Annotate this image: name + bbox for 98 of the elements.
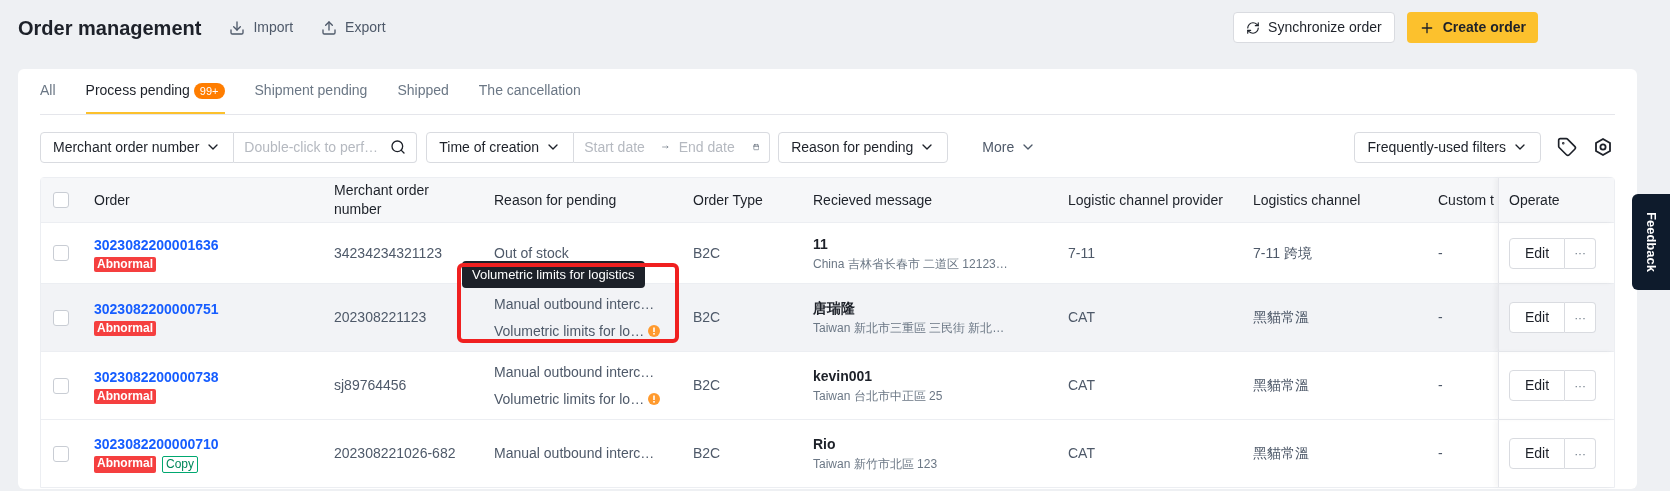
feedback-tab[interactable]: Feedback — [1632, 194, 1670, 290]
download-icon — [229, 19, 246, 36]
recipient-name: 11 — [813, 234, 829, 254]
tab[interactable]: All — [40, 69, 56, 114]
upload-icon — [321, 19, 338, 36]
tab[interactable]: Shipped — [397, 69, 449, 114]
recipient-address: 新北市三重區 三民街 新北… — [853, 321, 1005, 335]
reason-text: Manual outbound interc… — [494, 362, 655, 382]
column-header: Recieved message — [812, 190, 934, 210]
tab[interactable]: The cancellation — [478, 69, 581, 114]
recipient-name: kevin001 — [813, 367, 874, 386]
table-cell-text: - — [1437, 444, 1444, 463]
reason-text: Manual outbound interc… — [494, 294, 655, 314]
tab[interactable]: Shipment pending — [254, 69, 368, 114]
table-cell-text: B2C — [692, 376, 722, 395]
column-header: Order — [93, 190, 131, 210]
column-header: Logistic channel provider — [1067, 190, 1224, 210]
more-filters-button[interactable]: More — [982, 136, 1037, 158]
recipient-country: China — [813, 256, 845, 271]
order-link[interactable]: 3023082200001636 — [94, 234, 324, 256]
order-link[interactable]: 3023082200000710 — [94, 434, 324, 455]
column-header: Custom t — [1437, 190, 1495, 210]
reason-select[interactable]: Reason for pending — [778, 131, 949, 163]
table-cell-text: B2C — [692, 444, 722, 463]
checkbox[interactable] — [53, 377, 69, 394]
table-cell-text: - — [1437, 308, 1444, 327]
edit-button[interactable]: Edit — [1509, 302, 1566, 333]
more-actions-button[interactable]: ··· — [1565, 438, 1597, 469]
synchronize-order-button[interactable]: Synchronize order — [1233, 12, 1395, 43]
table-cell-text: CAT — [1067, 376, 1096, 395]
more-actions-button[interactable]: ··· — [1565, 370, 1597, 401]
recipient-country: Taiwan — [813, 321, 851, 335]
edit-button[interactable]: Edit — [1509, 370, 1566, 401]
table-cell-text: B2C — [692, 308, 722, 327]
time-type-select[interactable]: Time of creation — [426, 131, 575, 163]
warning-icon[interactable] — [648, 393, 661, 405]
copy-tag: Copy — [162, 456, 199, 473]
reason-text: Volumetric limits for lo… — [494, 389, 645, 409]
table-cell-text: sj89764456 — [333, 376, 408, 395]
table-cell-text: CAT — [1067, 308, 1096, 327]
create-order-button[interactable]: Create order — [1406, 12, 1538, 43]
edit-button[interactable]: Edit — [1509, 438, 1566, 469]
table-cell-text: 202308221026-682 — [333, 444, 457, 463]
tag-icon[interactable] — [1557, 137, 1577, 157]
tab[interactable]: Process pending 99+ — [85, 69, 225, 114]
recipient-name: Rio — [813, 435, 837, 454]
checkbox[interactable] — [53, 309, 69, 326]
import-button[interactable]: Import — [229, 17, 294, 38]
end-date-input[interactable]: End date — [678, 136, 743, 158]
status-tag: Abnormal — [94, 256, 156, 272]
recipient-address: 吉林省长春市 二道区 12123… — [847, 256, 1008, 271]
order-link[interactable]: 3023082200000738 — [94, 367, 324, 388]
recipient-name: 唐瑞隆 — [813, 299, 856, 318]
edit-button[interactable]: Edit — [1509, 237, 1566, 269]
more-actions-button[interactable]: ··· — [1565, 237, 1597, 269]
column-header: Logistics channel — [1252, 190, 1362, 210]
reason-text: Manual outbound interc… — [494, 444, 655, 463]
search-icon — [390, 139, 407, 155]
order-link[interactable]: 3023082200000751 — [94, 299, 324, 320]
warning-icon[interactable] — [648, 325, 661, 337]
count-badge: 99+ — [193, 82, 225, 99]
checkbox[interactable] — [53, 245, 69, 261]
date-range-field[interactable]: Start date End date — [574, 131, 771, 163]
settings-icon[interactable] — [1593, 137, 1613, 157]
search-input[interactable]: Double-click to perf… — [244, 136, 390, 158]
table-cell-text: CAT — [1067, 444, 1096, 463]
table-cell-text: - — [1437, 376, 1444, 395]
table-cell-text: B2C — [692, 243, 722, 263]
sync-icon — [1246, 20, 1261, 35]
table-cell-text: 34234234321123 — [333, 243, 443, 263]
start-date-input[interactable]: Start date — [584, 136, 653, 158]
checkbox[interactable] — [53, 445, 69, 462]
reason-text: Volumetric limits for lo… — [494, 321, 645, 341]
checkbox[interactable] — [53, 192, 69, 208]
table-cell-text: 黑貓常溫 — [1252, 308, 1310, 327]
search-field[interactable]: Double-click to perf… — [234, 131, 418, 163]
search-type-select[interactable]: Merchant order number — [40, 131, 235, 163]
column-header: Merchant order number — [333, 181, 430, 219]
recipient-address: 台北市中正區 25 — [853, 389, 943, 403]
table-cell-text: 202308221123 — [333, 308, 428, 327]
export-button[interactable]: Export — [321, 17, 386, 38]
recipient-address: 新竹市北區 123 — [853, 457, 938, 471]
table-cell-text: 7-11 跨境 — [1252, 243, 1313, 263]
page-title: Order management — [18, 15, 202, 41]
table-cell-text: 黑貓常溫 — [1252, 376, 1310, 395]
table-cell-text: - — [1437, 243, 1444, 263]
table-cell-text: 7-11 — [1067, 243, 1096, 263]
status-tag: Abnormal — [94, 456, 156, 473]
reason-text: Out of stock — [494, 243, 569, 263]
column-header: Reason for pending — [493, 190, 618, 210]
frequent-filters-select[interactable]: Frequently-used filters — [1354, 131, 1541, 163]
recipient-country: Taiwan — [813, 389, 851, 403]
column-header: Order Type — [692, 190, 764, 210]
status-tag: Abnormal — [94, 321, 156, 336]
status-tag: Abnormal — [94, 389, 156, 404]
recipient-country: Taiwan — [813, 457, 851, 471]
table-cell-text: 黑貓常溫 — [1252, 444, 1310, 463]
more-actions-button[interactable]: ··· — [1565, 302, 1597, 333]
